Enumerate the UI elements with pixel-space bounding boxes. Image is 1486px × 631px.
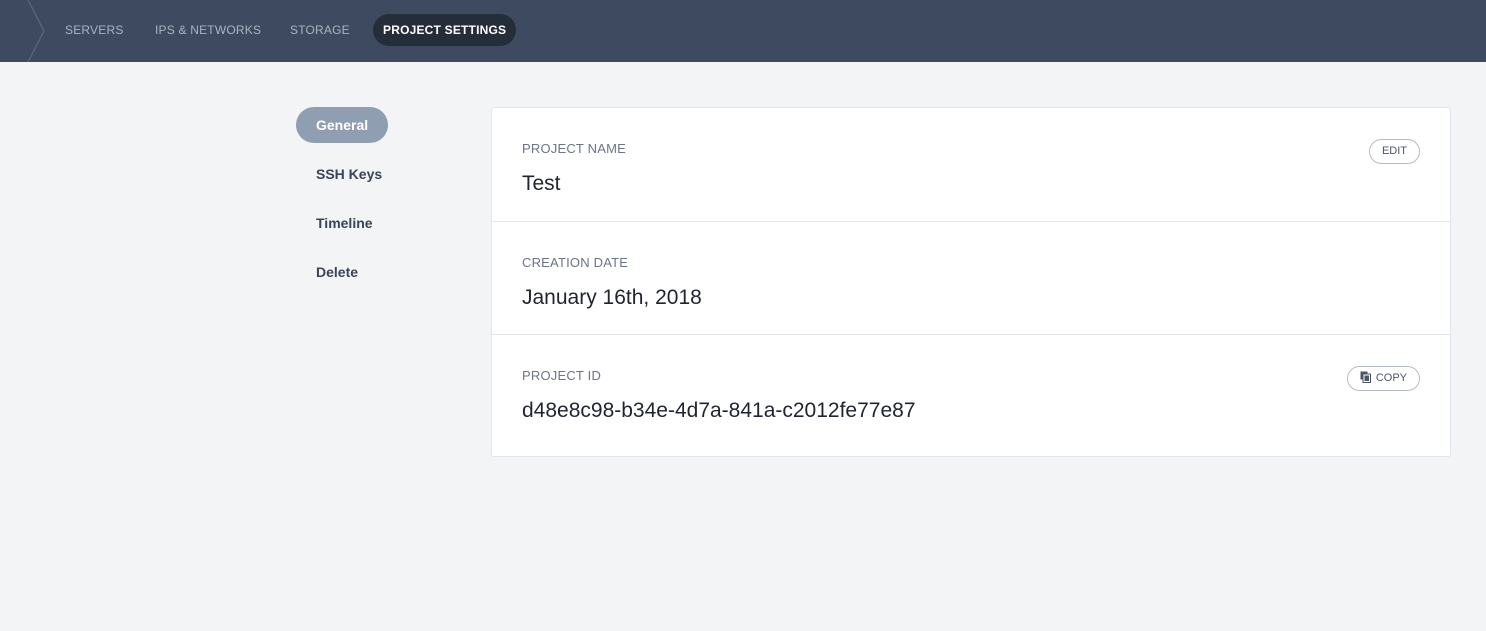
project-name-value: Test	[522, 172, 561, 195]
sidebar-item-general[interactable]: General	[296, 107, 389, 143]
copy-button-label: COPY	[1375, 372, 1407, 384]
edit-button[interactable]: EDIT	[1368, 139, 1420, 164]
top-navigation-bar: SERVERS IPS & NETWORKS STORAGE PROJECT S…	[0, 0, 1486, 62]
sidebar-item-ssh-keys[interactable]: SSH Keys	[296, 156, 402, 192]
creation-date-label: CREATION DATE	[522, 255, 629, 270]
project-name-section: PROJECT NAME Test EDIT	[492, 108, 1450, 221]
creation-date-value: January 16th, 2018	[522, 286, 702, 309]
project-id-label: PROJECT ID	[522, 368, 602, 383]
sidebar-item-delete[interactable]: Delete	[296, 254, 378, 290]
project-id-value: d48e8c98-b34e-4d7a-841a-c2012fe77e87	[522, 399, 916, 422]
breadcrumb-chevron-icon	[27, 0, 45, 62]
nav-tab-servers[interactable]: SERVERS	[65, 14, 124, 46]
project-settings-card: PROJECT NAME Test EDIT CREATION DATE Jan…	[491, 107, 1451, 457]
project-id-section: PROJECT ID d48e8c98-b34e-4d7a-841a-c2012…	[492, 334, 1450, 447]
creation-date-section: CREATION DATE January 16th, 2018	[492, 221, 1450, 334]
nav-tab-storage[interactable]: STORAGE	[290, 14, 350, 46]
copy-button[interactable]: COPY	[1346, 366, 1420, 391]
sidebar-item-timeline[interactable]: Timeline	[296, 205, 393, 241]
nav-tab-ips-networks[interactable]: IPS & NETWORKS	[155, 14, 261, 46]
project-name-label: PROJECT NAME	[522, 141, 627, 156]
copy-icon	[1360, 371, 1371, 384]
nav-tab-project-settings[interactable]: PROJECT SETTINGS	[373, 14, 517, 46]
